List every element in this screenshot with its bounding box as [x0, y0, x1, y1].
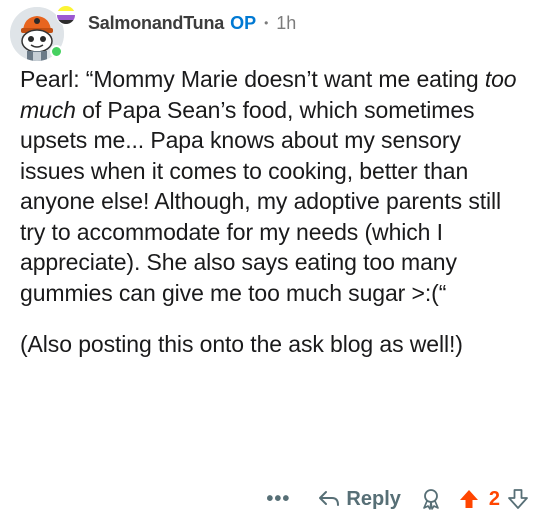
- meta-separator: •: [264, 16, 269, 30]
- upvote-button[interactable]: [459, 488, 479, 510]
- comment-paragraph: (Also posting this onto the ask blog as …: [20, 331, 463, 357]
- award-icon: [423, 489, 439, 510]
- reply-button[interactable]: Reply: [318, 487, 401, 511]
- paragraph-text: Pearl: “Mommy Marie doesn’t want me eati…: [20, 66, 485, 92]
- comment-paragraph: Pearl: “Mommy Marie doesn’t want me eati…: [20, 64, 525, 308]
- username-link[interactable]: SalmonandTuna: [88, 13, 224, 34]
- award-button[interactable]: [421, 488, 441, 510]
- reply-label: Reply: [346, 487, 401, 510]
- vote-score: 2: [488, 487, 500, 510]
- comment-body: Pearl: “Mommy Marie doesn’t want me eati…: [20, 64, 525, 360]
- avatar[interactable]: [10, 5, 76, 61]
- downvote-button[interactable]: [508, 488, 528, 510]
- paragraph-text: of Papa Sean’s food, which sometimes ups…: [20, 96, 502, 306]
- nonbinary-pride-badge-icon: [56, 5, 76, 25]
- reply-arrow-icon: [319, 491, 340, 506]
- more-options-button[interactable]: •••: [266, 488, 290, 511]
- comment-meta: SalmonandTuna OP • 1h: [88, 13, 296, 34]
- online-status-indicator: [50, 45, 63, 58]
- timestamp[interactable]: 1h: [276, 13, 296, 34]
- op-badge: OP: [230, 12, 257, 33]
- downvote-arrow-icon: [508, 489, 528, 509]
- comment-actions: ••• Reply 2: [266, 484, 528, 514]
- upvote-arrow-icon: [459, 490, 478, 508]
- comment-header: SalmonandTuna OP • 1h: [10, 5, 296, 62]
